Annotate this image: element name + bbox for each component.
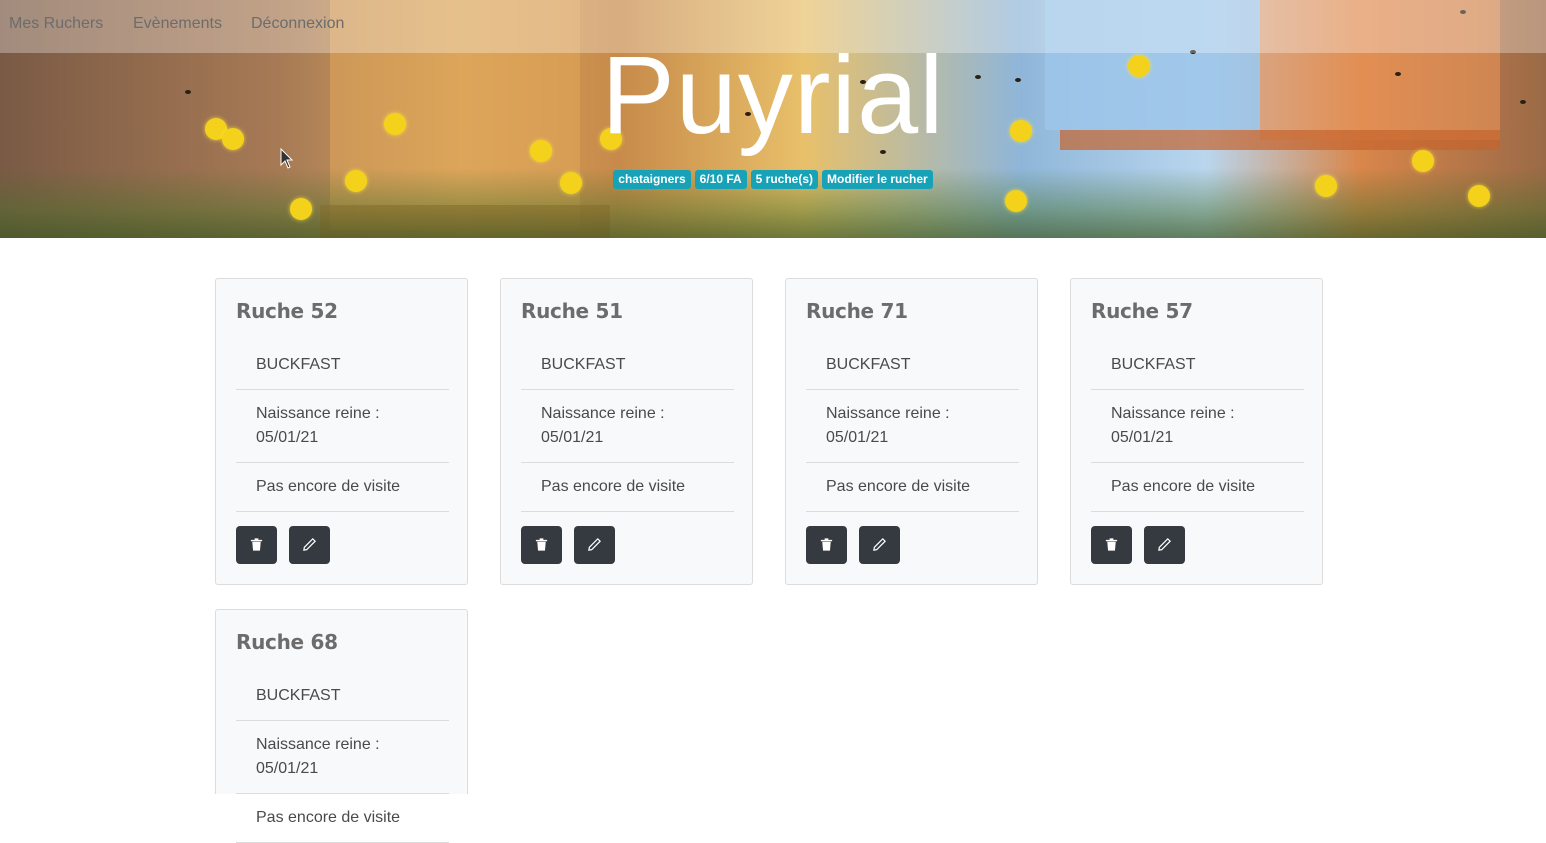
hive-last-visit: Pas encore de visite bbox=[806, 463, 1019, 512]
mouse-cursor-icon bbox=[280, 148, 294, 169]
hive-info-list: BUCKFAST Naissance reine : 05/01/21 Pas … bbox=[1091, 341, 1304, 512]
hive-info-list: BUCKFAST Naissance reine : 05/01/21 Pas … bbox=[806, 341, 1019, 512]
hive-title: Ruche 71 bbox=[806, 299, 908, 323]
nav-link-deconnexion[interactable]: Déconnexion bbox=[251, 15, 344, 33]
hive-info-list: BUCKFAST Naissance reine : 05/01/21 Pas … bbox=[236, 672, 449, 843]
edit-hive-button[interactable] bbox=[574, 526, 616, 564]
edit-apiary-link[interactable]: Modifier le rucher bbox=[822, 170, 933, 189]
hive-queen-birth: Naissance reine : 05/01/21 bbox=[1091, 390, 1304, 463]
hive-title: Ruche 52 bbox=[236, 299, 338, 323]
hive-card: Ruche 71 BUCKFAST Naissance reine : 05/0… bbox=[785, 278, 1038, 585]
trash-icon bbox=[820, 538, 833, 551]
hive-queen-birth: Naissance reine : 05/01/21 bbox=[521, 390, 734, 463]
badge-hive-count: 5 ruche(s) bbox=[750, 170, 819, 189]
edit-hive-button[interactable] bbox=[289, 526, 331, 564]
pencil-icon bbox=[303, 538, 317, 551]
pencil-icon bbox=[1158, 538, 1172, 551]
delete-hive-button[interactable] bbox=[521, 526, 562, 564]
hive-queen-birth: Naissance reine : 05/01/21 bbox=[236, 390, 449, 463]
hive-queen-birth: Naissance reine : 05/01/21 bbox=[806, 390, 1019, 463]
pencil-icon bbox=[873, 538, 887, 551]
trash-icon bbox=[535, 538, 548, 551]
hive-last-visit: Pas encore de visite bbox=[236, 794, 449, 843]
edit-hive-button[interactable] bbox=[859, 526, 901, 564]
hive-info-list: BUCKFAST Naissance reine : 05/01/21 Pas … bbox=[521, 341, 734, 512]
hive-breed: BUCKFAST bbox=[521, 341, 734, 390]
hive-card: Ruche 68 BUCKFAST Naissance reine : 05/0… bbox=[215, 609, 468, 843]
hive-queen-birth: Naissance reine : 05/01/21 bbox=[236, 721, 449, 794]
hive-title: Ruche 68 bbox=[236, 630, 338, 654]
flower-image bbox=[1005, 190, 1027, 212]
hive-breed: BUCKFAST bbox=[236, 672, 449, 721]
badge-fa: 6/10 FA bbox=[694, 170, 747, 189]
apiary-title: Puyrial bbox=[601, 34, 945, 157]
hive-title: Ruche 57 bbox=[1091, 299, 1193, 323]
hive-breed: BUCKFAST bbox=[236, 341, 449, 390]
trash-icon bbox=[1105, 538, 1118, 551]
flower-image bbox=[290, 198, 312, 220]
nav-link-mes-ruchers[interactable]: Mes Ruchers bbox=[9, 15, 103, 33]
hive-card: Ruche 51 BUCKFAST Naissance reine : 05/0… bbox=[500, 278, 753, 585]
hive-card: Ruche 52 BUCKFAST Naissance reine : 05/0… bbox=[215, 278, 468, 585]
delete-hive-button[interactable] bbox=[236, 526, 277, 564]
trash-icon bbox=[250, 538, 263, 551]
hive-card: Ruche 57 BUCKFAST Naissance reine : 05/0… bbox=[1070, 278, 1323, 585]
apiary-badges: chataigners 6/10 FA 5 ruche(s) Modifier … bbox=[0, 170, 1546, 189]
delete-hive-button[interactable] bbox=[1091, 526, 1132, 564]
hive-last-visit: Pas encore de visite bbox=[236, 463, 449, 512]
hive-last-visit: Pas encore de visite bbox=[521, 463, 734, 512]
edit-hive-button[interactable] bbox=[1144, 526, 1186, 564]
hive-breed: BUCKFAST bbox=[806, 341, 1019, 390]
hive-last-visit: Pas encore de visite bbox=[1091, 463, 1304, 512]
nav-link-evenements[interactable]: Evènements bbox=[133, 15, 222, 33]
pencil-icon bbox=[588, 538, 602, 551]
hive-breed: BUCKFAST bbox=[1091, 341, 1304, 390]
hive-info-list: BUCKFAST Naissance reine : 05/01/21 Pas … bbox=[236, 341, 449, 512]
badge-location: chataigners bbox=[613, 170, 691, 189]
hive-title: Ruche 51 bbox=[521, 299, 623, 323]
delete-hive-button[interactable] bbox=[806, 526, 847, 564]
